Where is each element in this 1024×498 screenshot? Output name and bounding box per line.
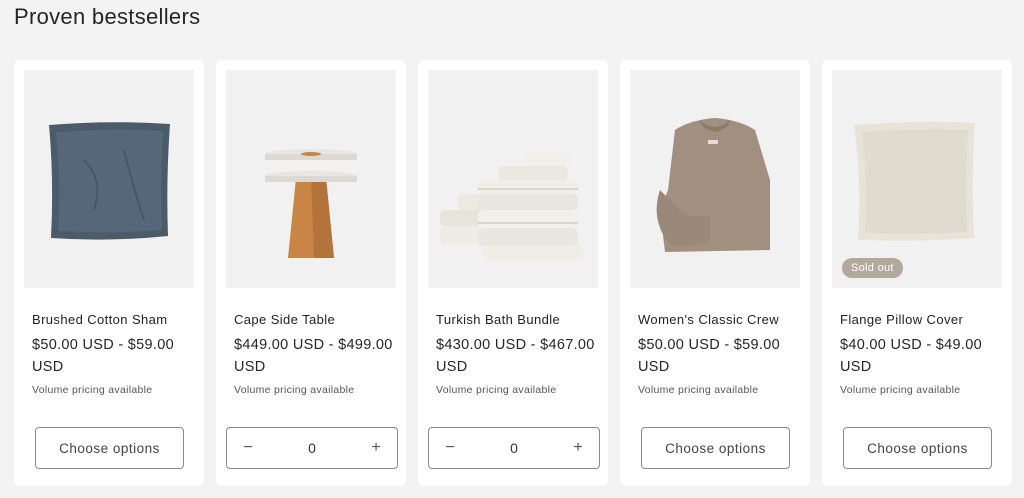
choose-options-button[interactable]: Choose options [843, 427, 992, 469]
volume-pricing-note: Volume pricing available [234, 384, 355, 396]
towel-stack-icon [440, 154, 583, 260]
volume-pricing-note: Volume pricing available [436, 384, 557, 396]
product-card: Brushed Cotton Sham $50.00 USD - $59.00 … [14, 60, 204, 486]
product-title[interactable]: Brushed Cotton Sham [32, 312, 194, 327]
product-card: Turkish Bath Bundle $430.00 USD - $467.0… [418, 60, 608, 486]
decrease-quantity-button[interactable]: − [441, 439, 459, 457]
product-price: $40.00 USD - $49.00 USD [840, 337, 982, 375]
quantity-value[interactable]: 0 [510, 440, 518, 456]
product-title[interactable]: Turkish Bath Bundle [436, 312, 598, 327]
quantity-stepper: − 0 + [226, 427, 398, 469]
product-title[interactable]: Cape Side Table [234, 312, 396, 327]
product-image[interactable] [226, 70, 396, 288]
increase-quantity-button[interactable]: + [367, 439, 385, 457]
quantity-value[interactable]: 0 [308, 440, 316, 456]
product-image[interactable] [428, 70, 598, 288]
volume-pricing-note: Volume pricing available [638, 384, 759, 396]
increase-quantity-button[interactable]: + [569, 439, 587, 457]
pillow-sham-icon [49, 122, 170, 240]
pillow-cover-icon [854, 121, 975, 241]
product-card: Sold out Flange Pillow Cover $40.00 USD … [822, 60, 1012, 486]
quantity-stepper: − 0 + [428, 427, 600, 469]
volume-pricing-note: Volume pricing available [32, 384, 153, 396]
product-title[interactable]: Flange Pillow Cover [840, 312, 1002, 327]
product-title[interactable]: Women's Classic Crew [638, 312, 800, 327]
section-title: Proven bestsellers [14, 4, 201, 29]
sold-out-badge: Sold out [842, 258, 903, 278]
product-grid: Brushed Cotton Sham $50.00 USD - $59.00 … [14, 60, 1012, 486]
product-price: $50.00 USD - $59.00 USD [638, 337, 780, 375]
product-image[interactable]: Sold out [832, 70, 1002, 288]
product-price: $449.00 USD - $499.00 USD [234, 337, 393, 375]
product-card: Women's Classic Crew $50.00 USD - $59.00… [620, 60, 810, 486]
volume-pricing-note: Volume pricing available [840, 384, 961, 396]
side-table-icon [265, 149, 357, 258]
choose-options-button[interactable]: Choose options [35, 427, 184, 469]
product-card: Cape Side Table $449.00 USD - $499.00 US… [216, 60, 406, 486]
product-price: $50.00 USD - $59.00 USD [32, 337, 174, 375]
product-price: $430.00 USD - $467.00 USD [436, 337, 595, 375]
product-image[interactable] [630, 70, 800, 288]
sweater-icon [656, 118, 770, 252]
decrease-quantity-button[interactable]: − [239, 439, 257, 457]
choose-options-button[interactable]: Choose options [641, 427, 790, 469]
product-image[interactable] [24, 70, 194, 288]
